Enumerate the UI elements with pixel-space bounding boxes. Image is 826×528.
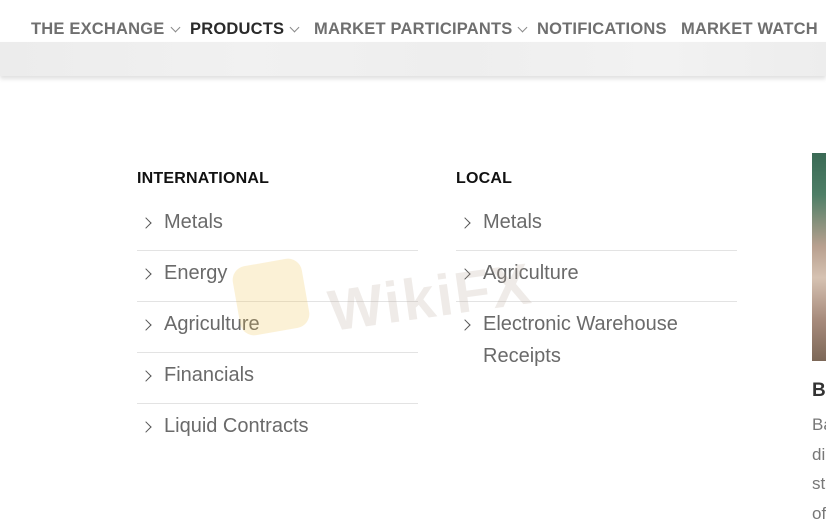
nav-market-participants[interactable]: MARKET PARTICIPANTS: [314, 20, 526, 39]
menu-item-label: Energy: [164, 257, 227, 289]
menu-item-international-energy[interactable]: Energy: [137, 251, 418, 302]
menu-item-label: Agriculture: [483, 257, 579, 289]
menu-item-label: Electronic Warehouse Receipts: [483, 308, 713, 372]
nav-label: THE EXCHANGE: [31, 20, 165, 39]
menu-item-local-electronic-warehouse-receipts[interactable]: Electronic Warehouse Receipts: [456, 302, 737, 384]
excerpt-line: st: [812, 469, 826, 499]
chevron-right-icon: [140, 421, 151, 432]
international-title: INTERNATIONAL: [137, 168, 418, 190]
local-list: Metals Agriculture Electronic Warehouse …: [456, 200, 737, 384]
menu-item-label: Agriculture: [164, 308, 260, 340]
international-list: Metals Energy Agriculture Financials Liq…: [137, 200, 418, 454]
chevron-right-icon: [459, 217, 470, 228]
nav-products[interactable]: PRODUCTS: [190, 20, 298, 39]
menu-item-label: Liquid Contracts: [164, 410, 309, 442]
menu-item-label: Metals: [164, 206, 223, 238]
nav-the-exchange[interactable]: THE EXCHANGE: [31, 20, 179, 39]
menu-item-international-agriculture[interactable]: Agriculture: [137, 302, 418, 353]
chevron-right-icon: [140, 370, 151, 381]
nav-label: NOTIFICATIONS: [537, 20, 667, 39]
nav-label: MARKET PARTICIPANTS: [314, 20, 512, 39]
nav-notifications[interactable]: NOTIFICATIONS: [537, 20, 667, 39]
menu-item-local-agriculture[interactable]: Agriculture: [456, 251, 737, 302]
chevron-down-icon: [518, 23, 528, 33]
chevron-right-icon: [140, 268, 151, 279]
top-navigation: THE EXCHANGE PRODUCTS MARKET PARTICIPANT…: [0, 0, 826, 42]
menu-item-international-liquid-contracts[interactable]: Liquid Contracts: [137, 404, 418, 454]
chevron-right-icon: [459, 319, 470, 330]
chevron-right-icon: [140, 217, 151, 228]
featured-image[interactable]: [812, 153, 826, 361]
excerpt-line: di: [812, 440, 826, 470]
local-column: LOCAL Metals Agriculture Electronic Ware…: [456, 168, 737, 384]
international-column: INTERNATIONAL Metals Energy Agriculture …: [137, 168, 418, 454]
menu-item-international-financials[interactable]: Financials: [137, 353, 418, 404]
nav-market-watch[interactable]: MARKET WATCH: [681, 20, 818, 39]
chevron-down-icon: [290, 23, 300, 33]
menu-item-label: Financials: [164, 359, 254, 391]
excerpt-line: Ba: [812, 410, 826, 440]
chevron-right-icon: [459, 268, 470, 279]
nav-label: PRODUCTS: [190, 20, 284, 39]
chevron-right-icon: [140, 319, 151, 330]
local-title: LOCAL: [456, 168, 737, 190]
menu-item-local-metals[interactable]: Metals: [456, 200, 737, 251]
chevron-down-icon: [170, 23, 180, 33]
nav-label: MARKET WATCH: [681, 20, 818, 39]
nav-shadow-band: [0, 42, 826, 76]
excerpt-line: of: [812, 499, 826, 528]
featured-excerpt: Ba di st of: [812, 410, 826, 528]
featured-heading[interactable]: B: [812, 380, 826, 402]
menu-item-label: Metals: [483, 206, 542, 238]
menu-item-international-metals[interactable]: Metals: [137, 200, 418, 251]
